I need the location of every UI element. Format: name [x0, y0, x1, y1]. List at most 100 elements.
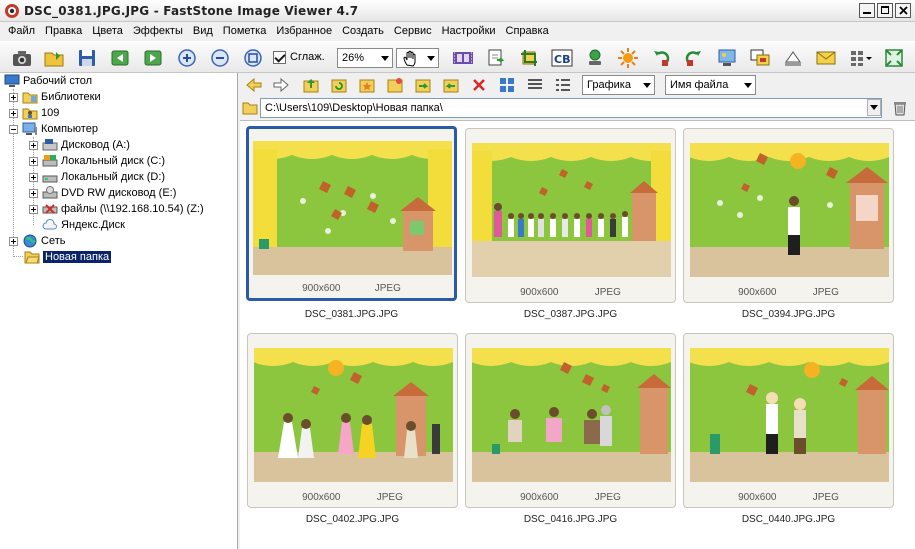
scanner-icon: [785, 51, 801, 66]
menu-file[interactable]: Файл: [3, 22, 40, 41]
expand-icon[interactable]: [9, 236, 18, 246]
compare-button[interactable]: [748, 46, 772, 70]
expand-icon[interactable]: [9, 92, 18, 102]
zoom-in-button[interactable]: [175, 46, 199, 70]
tree-item-drive-c[interactable]: Локальный диск (C:): [29, 153, 165, 169]
collapse-icon[interactable]: [9, 124, 18, 134]
tree-item-drive-a[interactable]: Дисковод (A:): [29, 137, 130, 153]
details-view-button[interactable]: [553, 75, 573, 95]
effects-button[interactable]: [616, 46, 640, 70]
favorites-button[interactable]: [357, 75, 377, 95]
expand-icon[interactable]: [9, 108, 18, 118]
file-filter-select[interactable]: Графика: [582, 75, 655, 95]
open-button[interactable]: [42, 46, 66, 70]
tree-item-desktop[interactable]: Рабочий стол: [4, 73, 92, 89]
smooth-checkbox[interactable]: [273, 51, 286, 64]
slideshow-button[interactable]: [715, 46, 739, 70]
zoom-select[interactable]: 26%: [337, 48, 393, 68]
menu-favorites[interactable]: Избранное: [271, 22, 337, 41]
crop-button[interactable]: [517, 46, 541, 70]
up-folder-button[interactable]: [301, 75, 321, 95]
new-folder-button[interactable]: [385, 75, 405, 95]
back-button[interactable]: [244, 75, 264, 95]
sort-select[interactable]: Имя файла: [665, 75, 756, 95]
tree-label: Яндекс.Диск: [61, 219, 125, 231]
tree-item-yandex-disk[interactable]: Яндекс.Диск: [42, 217, 125, 233]
close-button[interactable]: [895, 3, 911, 18]
path-input[interactable]: C:\Users\109\Desktop\Новая папка\: [260, 98, 882, 118]
list-view-button[interactable]: [525, 75, 545, 95]
fullscreen-button[interactable]: [882, 46, 906, 70]
tree-item-new-folder[interactable]: Новая папка: [24, 249, 112, 265]
expand-icon[interactable]: [29, 204, 38, 214]
actual-size-button[interactable]: [241, 46, 265, 70]
print-button[interactable]: [781, 46, 805, 70]
tree-item-drive-e[interactable]: DVD RW дисковод (E:): [29, 185, 176, 201]
menu-create[interactable]: Создать: [337, 22, 389, 41]
thumbnail-card[interactable]: 900x600 JPEG: [465, 333, 676, 508]
tree-item-user[interactable]: 109: [9, 105, 59, 121]
rotate-left-button[interactable]: [649, 46, 673, 70]
thumbnail-card[interactable]: 900x600 JPEG: [247, 333, 458, 508]
recycle-bin-icon[interactable]: [892, 99, 908, 117]
thumbnail-card[interactable]: 900x600 JPEG: [246, 126, 457, 301]
tree-item-libraries[interactable]: Библиотеки: [9, 89, 101, 105]
menu-view[interactable]: Вид: [188, 22, 218, 41]
refresh-button[interactable]: [329, 75, 349, 95]
thumbnail-grid[interactable]: 900x600 JPEG DSC_0381.JPG.JPG 900x600 JP…: [240, 120, 915, 549]
faststone-app-icon[interactable]: [4, 3, 20, 19]
thumbnails-view-button[interactable]: [497, 75, 517, 95]
menu-effects[interactable]: Эффекты: [128, 22, 188, 41]
image-dimensions: 900x600: [520, 287, 559, 298]
hard-drive-icon: [42, 175, 58, 183]
menu-settings[interactable]: Настройки: [437, 22, 501, 41]
image-dimensions: 900x600: [738, 492, 777, 503]
thumbnail-filename[interactable]: DSC_0402.JPG.JPG: [247, 514, 458, 525]
menu-tools[interactable]: Сервис: [389, 22, 437, 41]
minimize-button[interactable]: [859, 3, 875, 18]
svg-text:CB: CB: [554, 53, 570, 66]
expand-icon[interactable]: [29, 188, 38, 198]
maximize-button[interactable]: [877, 3, 893, 18]
expand-icon[interactable]: [29, 172, 38, 182]
copy-to-button[interactable]: [484, 46, 508, 70]
previous-button[interactable]: [108, 46, 132, 70]
thumbnail-filename[interactable]: DSC_0381.JPG.JPG: [246, 309, 457, 320]
color-balance-button[interactable]: CB: [550, 46, 574, 70]
tree-item-drive-z[interactable]: файлы (\\192.168.10.54) (Z:): [29, 201, 204, 217]
menu-tag[interactable]: Пометка: [218, 22, 272, 41]
tag-button[interactable]: [583, 46, 607, 70]
menu-colors[interactable]: Цвета: [87, 22, 128, 41]
thumbnail-card[interactable]: 900x600 JPEG: [683, 128, 894, 303]
path-history-dropdown[interactable]: [867, 99, 881, 116]
thumbnail-card[interactable]: 900x600 JPEG: [683, 333, 894, 508]
thumbnail-filename[interactable]: DSC_0387.JPG.JPG: [465, 309, 676, 320]
file-filter-value: Графика: [587, 79, 631, 91]
forward-button[interactable]: [271, 75, 291, 95]
menu-help[interactable]: Справка: [501, 22, 554, 41]
thumbnail-filename[interactable]: DSC_0394.JPG.JPG: [683, 309, 894, 320]
next-button[interactable]: [141, 46, 165, 70]
copy-button[interactable]: [413, 75, 433, 95]
zoom-out-button[interactable]: [208, 46, 232, 70]
filmstrip-button[interactable]: [451, 46, 475, 70]
folder-tree[interactable]: Рабочий стол Библиотеки 109 Компьютер Ди…: [0, 73, 238, 549]
tree-item-network[interactable]: Сеть: [9, 233, 65, 249]
tree-item-computer[interactable]: Компьютер: [9, 121, 98, 137]
delete-button[interactable]: [469, 75, 489, 95]
camera-button[interactable]: [10, 46, 34, 70]
thumbnail-filename[interactable]: DSC_0416.JPG.JPG: [465, 514, 676, 525]
thumbnail-size-button[interactable]: [846, 46, 876, 70]
menu-edit[interactable]: Правка: [40, 22, 87, 41]
thumbnail-image: [472, 348, 671, 482]
expand-icon[interactable]: [29, 156, 38, 166]
move-button[interactable]: [441, 75, 461, 95]
hand-tool-select[interactable]: [396, 48, 439, 68]
rotate-right-button[interactable]: [682, 46, 706, 70]
email-button[interactable]: [814, 46, 838, 70]
thumbnail-card[interactable]: 900x600 JPEG: [465, 128, 676, 303]
thumbnail-filename[interactable]: DSC_0440.JPG.JPG: [683, 514, 894, 525]
expand-icon[interactable]: [29, 140, 38, 150]
tree-item-drive-d[interactable]: Локальный диск (D:): [29, 169, 165, 185]
save-button[interactable]: [75, 46, 99, 70]
